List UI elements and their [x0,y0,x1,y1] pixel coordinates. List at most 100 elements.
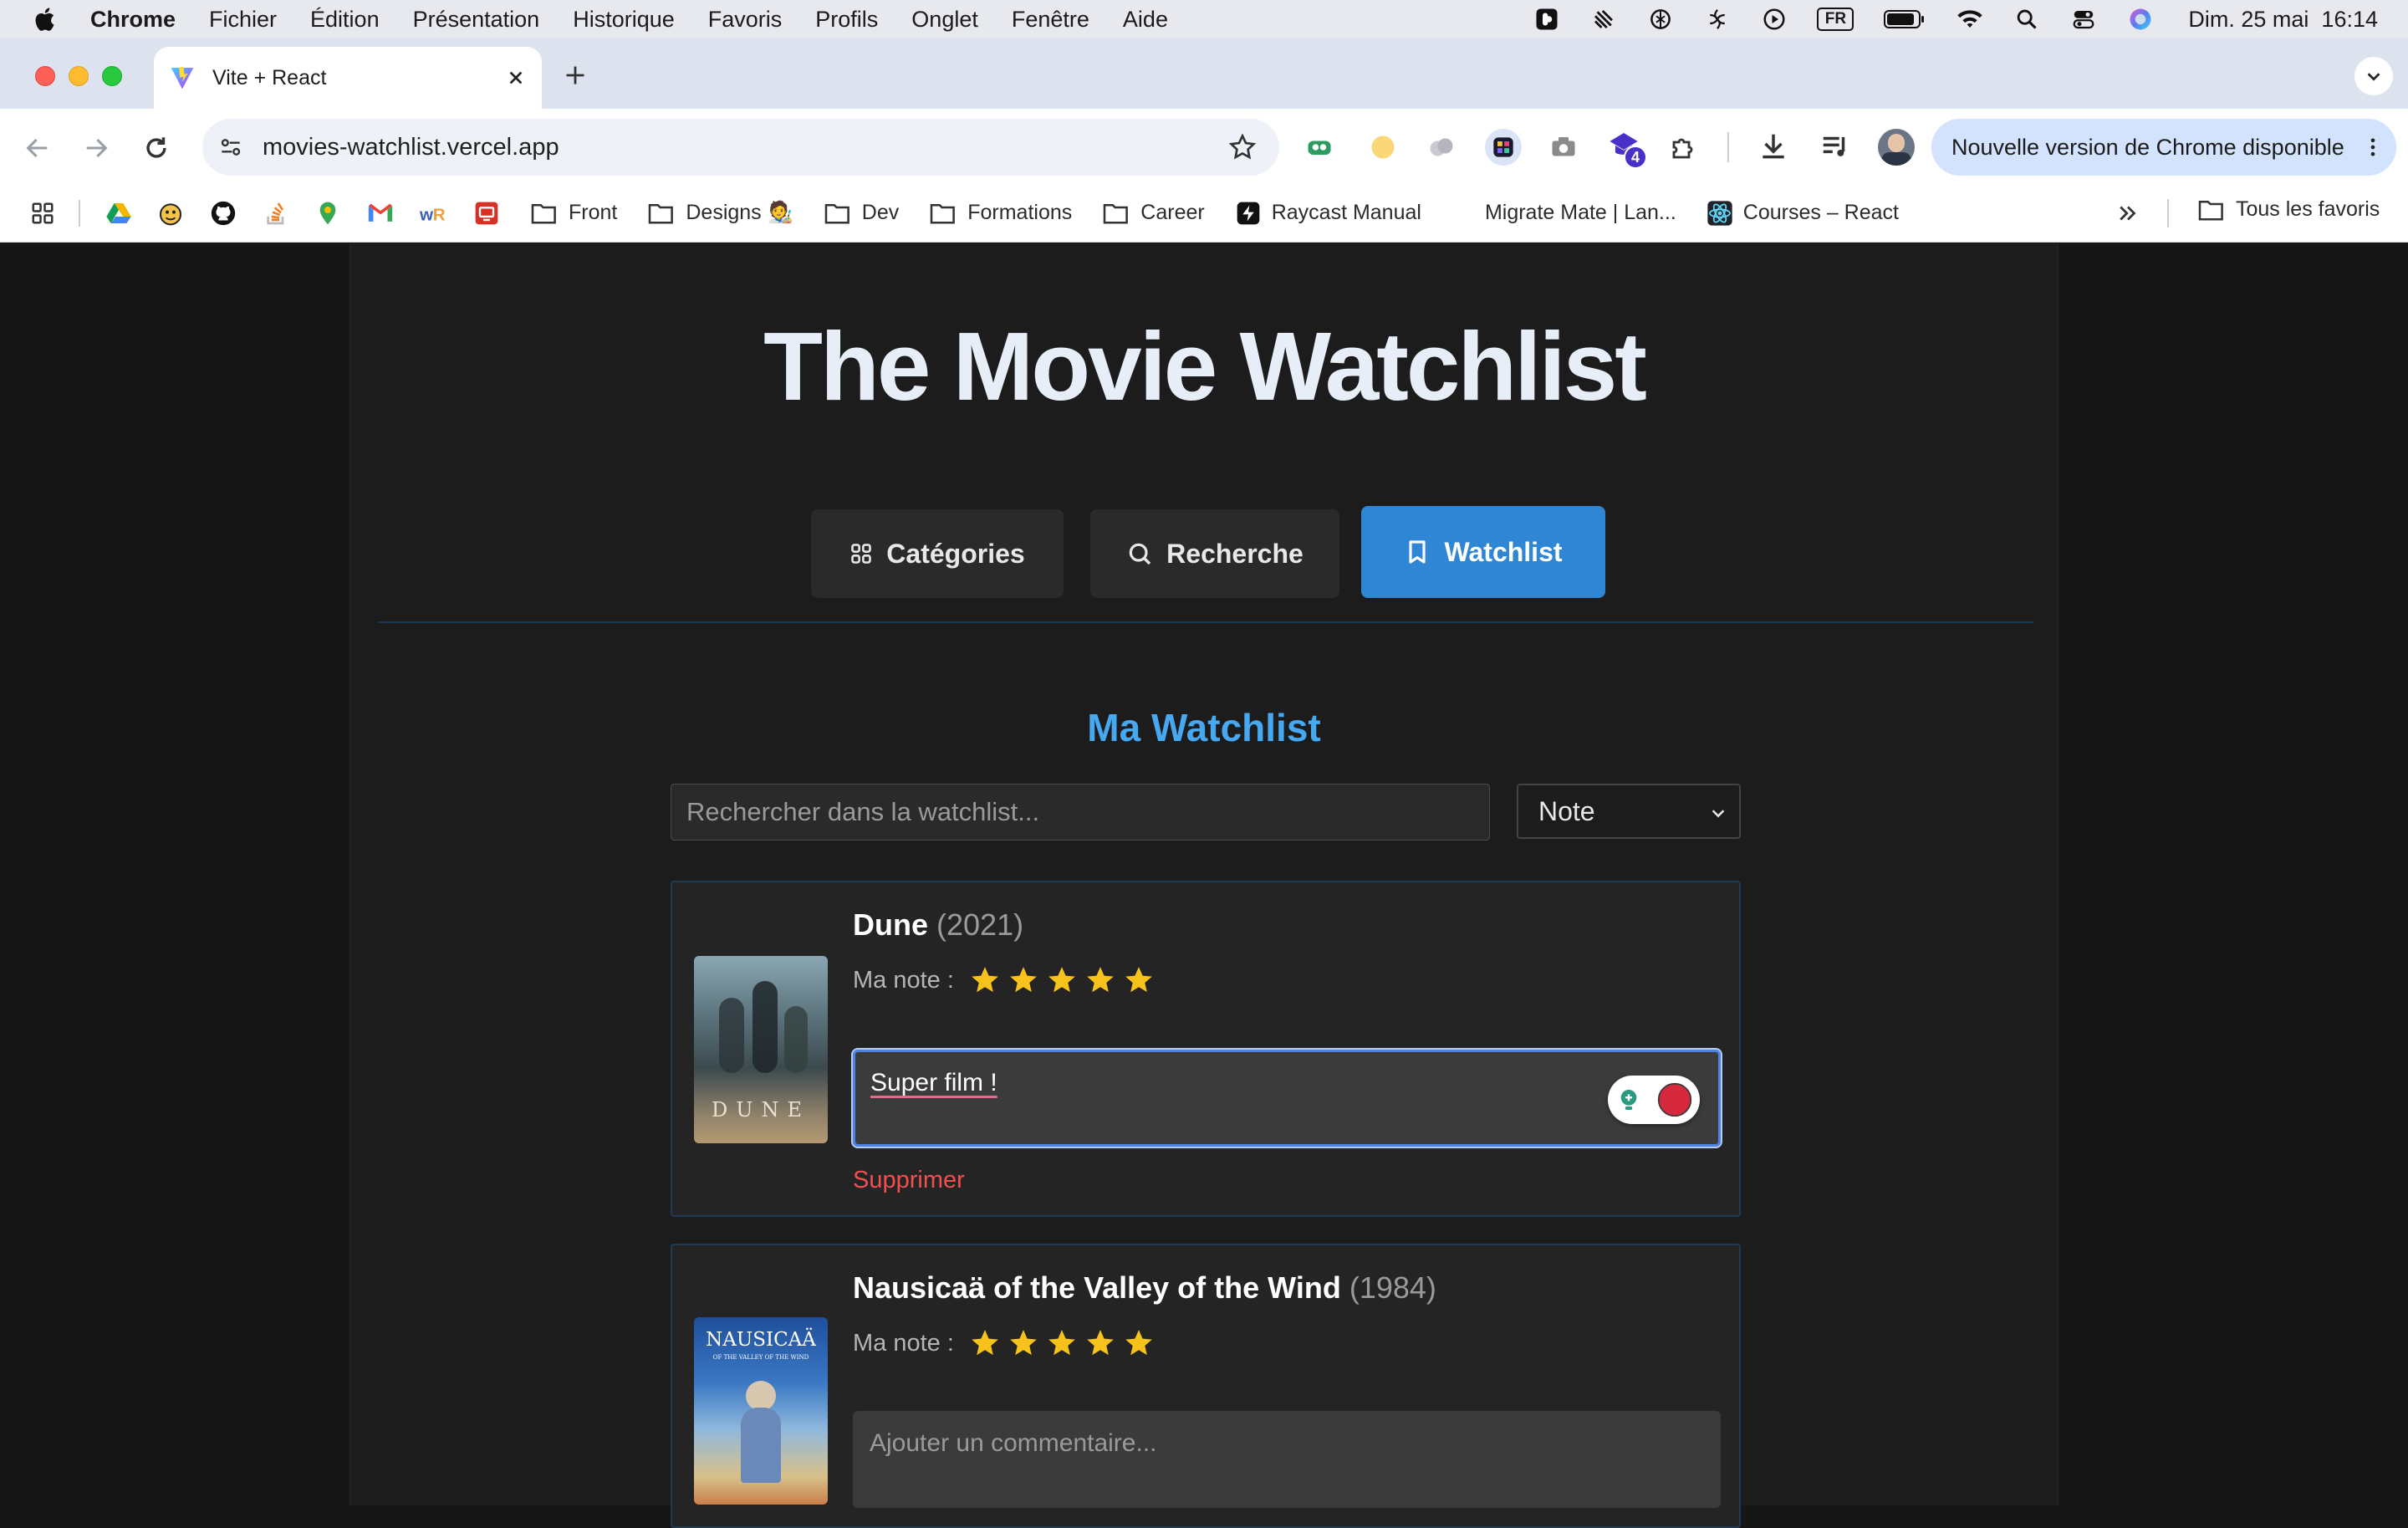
bookmark-star-icon[interactable] [1227,132,1258,162]
extension-game-icon[interactable] [1304,132,1334,162]
siri-icon[interactable] [2126,5,2155,33]
poster-title-text: NAUSICAÄ [706,1329,816,1351]
reload-icon[interactable] [142,134,171,162]
extension-badge-icon[interactable]: 4 [1607,129,1649,171]
more-vert-icon[interactable] [2361,135,2385,159]
star-icon[interactable] [1123,964,1155,996]
close-window-button[interactable] [35,66,55,86]
grammarly-bulb-icon[interactable] [1615,1086,1642,1113]
nav-search-button[interactable]: Recherche [1090,509,1339,598]
bookmark-maps-icon[interactable] [314,200,341,227]
bookmark-github-icon[interactable] [209,199,237,227]
comment-textarea[interactable]: Ajouter un commentaire... [853,1411,1721,1508]
menu-profils[interactable]: Profils [815,7,878,33]
grammarly-widget[interactable] [1608,1076,1700,1124]
play-circle-icon[interactable] [1760,5,1788,33]
star-icon[interactable] [1008,964,1039,996]
bookmark-folder-front[interactable]: Front [530,201,617,225]
star-icon[interactable] [969,964,1001,996]
bookmark-folder-designs[interactable]: Designs 🧑‍🎨 [647,201,793,225]
comment-textarea[interactable]: Super film ! [851,1048,1722,1148]
spotlight-search-icon[interactable] [2013,5,2041,33]
download-icon[interactable] [1758,130,1789,162]
forward-arrow-icon[interactable] [82,134,110,162]
star-icon[interactable] [1046,1327,1078,1359]
page-viewport: The Movie Watchlist Catégories Recherche… [0,243,2408,1528]
bookmark-courses-react[interactable]: Courses – React [1707,200,1899,227]
folder-icon [2198,200,2223,220]
minimize-window-button[interactable] [69,66,89,86]
chevron-double-right-icon[interactable] [2115,201,2140,226]
chrome-update-button[interactable]: Nouvelle version de Chrome disponible [1931,119,2396,176]
star-icon[interactable] [1084,1327,1116,1359]
wifi-icon[interactable] [1956,5,1984,33]
bookmark-raycast-manual[interactable]: Raycast Manual [1235,200,1421,227]
extension-cloud-icon[interactable] [1426,132,1457,162]
extensions-puzzle-icon[interactable] [1669,132,1699,162]
nav-watchlist-button[interactable]: Watchlist [1361,506,1605,598]
menu-edition[interactable]: Édition [310,7,380,33]
bookmark-mascot-icon[interactable] [157,200,184,227]
bookmark-red-app-icon[interactable] [473,200,500,227]
extension-active-icon[interactable] [1485,129,1522,166]
chatgpt-icon[interactable] [1646,5,1675,33]
movie-rating: Ma note : [853,964,1155,996]
rating-stars [969,964,1155,996]
rating-label: Ma note : [853,1329,954,1357]
address-bar[interactable]: movies-watchlist.vercel.app [202,119,1279,176]
battery-icon[interactable] [1882,5,1927,33]
comment-text: Super film ! [870,1069,997,1096]
site-settings-icon[interactable] [217,134,244,161]
camera-icon[interactable] [1548,132,1579,162]
bookmark-gmail-icon[interactable] [366,199,395,227]
new-tab-icon[interactable] [564,64,587,87]
menu-historique[interactable]: Historique [573,7,675,33]
menu-presentation[interactable]: Présentation [413,7,540,33]
watchlist-search-input[interactable] [671,784,1490,841]
menu-onglet[interactable]: Onglet [911,7,978,33]
apps-grid-icon[interactable] [30,201,55,226]
nav-divider [378,621,2033,623]
bookmark-label: Migrate Mate | Lan... [1484,201,1676,224]
nav-search-label: Recherche [1166,538,1303,569]
star-icon[interactable] [969,1327,1001,1359]
star-icon[interactable] [1008,1327,1039,1359]
apple-icon[interactable] [32,5,60,33]
close-tab-icon[interactable] [507,69,525,87]
profile-avatar[interactable] [1878,129,1915,166]
maximize-window-button[interactable] [102,66,122,86]
bookmark-migrate-mate[interactable]: Migrate Mate | Lan... [1485,201,1676,225]
nav-watchlist-label: Watchlist [1444,536,1563,567]
bookmark-folder-career[interactable]: Career [1102,201,1205,225]
url-text[interactable]: movies-watchlist.vercel.app [263,134,559,161]
menu-aide[interactable]: Aide [1123,7,1168,33]
tab-search-button[interactable] [2354,57,2393,95]
menu-fichier[interactable]: Fichier [209,7,277,33]
input-language-indicator[interactable]: FR [1817,8,1854,31]
star-icon[interactable] [1123,1327,1155,1359]
media-playlist-icon[interactable] [1819,130,1851,162]
bookmark-drive-icon[interactable] [105,200,132,227]
bookmark-wordreference-icon[interactable]: wR [420,201,448,226]
sort-select[interactable]: Note [1517,784,1741,839]
perplexity-icon[interactable] [1703,5,1732,33]
figma-icon[interactable] [1533,5,1561,33]
menu-fenetre[interactable]: Fenêtre [1012,7,1089,33]
menu-favoris[interactable]: Favoris [708,7,783,33]
menu-app-name[interactable]: Chrome [90,7,176,33]
nav-categories-button[interactable]: Catégories [811,509,1064,598]
bookmark-folder-formations[interactable]: Formations [929,201,1072,225]
delete-button[interactable]: Supprimer [853,1167,965,1194]
control-center-icon[interactable] [2069,5,2098,33]
linear-icon[interactable] [1589,5,1618,33]
browser-tab[interactable]: Vite + React [154,47,542,109]
extension-yellow-circle-icon[interactable] [1368,132,1398,162]
bookmark-folder-dev[interactable]: Dev [824,201,899,225]
grammarly-logo-icon[interactable] [1656,1081,1693,1118]
star-icon[interactable] [1046,964,1078,996]
star-icon[interactable] [1084,964,1116,996]
back-arrow-icon[interactable] [23,134,52,162]
bookmark-all-favorites[interactable]: Tous les favoris [2197,197,2380,222]
bookmark-stackoverflow-icon[interactable] [263,200,289,227]
menubar-datetime[interactable]: Dim. 25 mai 16:14 [2188,7,2378,33]
